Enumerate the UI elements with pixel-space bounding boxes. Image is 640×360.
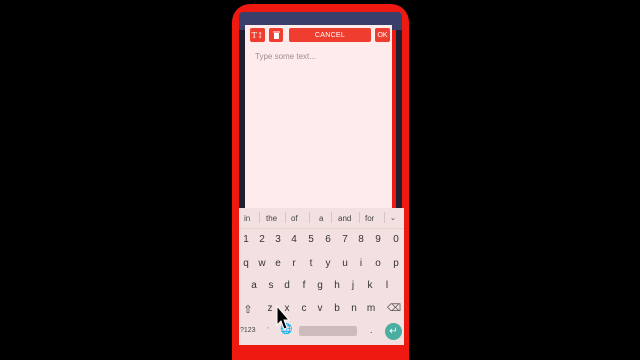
key[interactable]: 5 <box>304 234 318 245</box>
key[interactable]: h <box>330 280 344 291</box>
cancel-button[interactable]: CANCEL <box>289 28 371 42</box>
space-bar[interactable] <box>299 326 357 336</box>
key[interactable]: f <box>297 280 311 291</box>
key[interactable]: n <box>347 303 361 314</box>
key[interactable]: d <box>280 280 294 291</box>
suggestion-item[interactable]: in <box>244 214 250 223</box>
key[interactable]: l <box>380 280 394 291</box>
soft-keyboard: in the of a and for ⌄ 1 2 3 4 5 6 7 8 9 … <box>239 208 404 345</box>
key[interactable]: e <box>271 258 285 269</box>
key[interactable]: 2 <box>255 234 269 245</box>
key[interactable]: 7 <box>338 234 352 245</box>
key[interactable]: q <box>239 258 253 269</box>
key[interactable]: k <box>363 280 377 291</box>
key[interactable]: j <box>346 280 360 291</box>
app-background-right <box>396 30 402 210</box>
key[interactable]: u <box>338 258 352 269</box>
key[interactable]: r <box>287 258 301 269</box>
chevron-down-icon[interactable]: ⌄ <box>390 214 396 222</box>
suggestion-item[interactable]: for <box>365 214 374 223</box>
key[interactable]: 9 <box>371 234 385 245</box>
shift-icon[interactable]: ⇧ <box>241 303 255 316</box>
key[interactable]: o <box>371 258 385 269</box>
key[interactable]: m <box>364 303 378 314</box>
text-style-button[interactable]: T↕ <box>250 28 265 42</box>
key[interactable]: z <box>263 303 277 314</box>
text-input-field[interactable]: Type some text... <box>255 52 316 61</box>
key[interactable]: s <box>264 280 278 291</box>
phone-frame-bottom <box>232 345 409 360</box>
key[interactable]: w <box>255 258 269 269</box>
key[interactable]: p <box>389 258 403 269</box>
keyboard-bottom-row: ?123 , 🌐 . ↵ <box>239 320 404 345</box>
mouse-cursor-icon <box>276 305 290 330</box>
symbols-key[interactable]: ?123 <box>240 327 256 334</box>
key[interactable]: v <box>313 303 327 314</box>
suggestion-item[interactable]: of <box>291 214 298 223</box>
text-input-dialog: T↕ CANCEL OK Type some text... <box>245 25 392 212</box>
trash-button[interactable] <box>269 28 283 42</box>
key[interactable]: i <box>354 258 368 269</box>
key[interactable]: 0 <box>389 234 403 245</box>
key[interactable]: a <box>247 280 261 291</box>
comma-key[interactable]: , <box>267 324 269 330</box>
dialog-toolbar: T↕ CANCEL OK <box>245 25 392 45</box>
key[interactable]: g <box>313 280 327 291</box>
enter-icon[interactable]: ↵ <box>385 323 402 340</box>
trash-icon <box>272 31 280 39</box>
period-key[interactable]: . <box>370 325 373 335</box>
key[interactable]: 4 <box>287 234 301 245</box>
key[interactable]: c <box>297 303 311 314</box>
key[interactable]: 8 <box>354 234 368 245</box>
key[interactable]: 3 <box>271 234 285 245</box>
key[interactable]: y <box>321 258 335 269</box>
ok-button[interactable]: OK <box>375 28 390 42</box>
key[interactable]: b <box>330 303 344 314</box>
key[interactable]: t <box>304 258 318 269</box>
suggestion-item[interactable]: a <box>319 214 323 223</box>
backspace-icon[interactable]: ⌫ <box>387 303 401 314</box>
key[interactable]: 1 <box>239 234 253 245</box>
suggestion-strip: in the of a and for ⌄ <box>239 208 404 229</box>
suggestion-item[interactable]: the <box>266 214 277 223</box>
key[interactable]: 6 <box>321 234 335 245</box>
suggestion-item[interactable]: and <box>338 214 351 223</box>
